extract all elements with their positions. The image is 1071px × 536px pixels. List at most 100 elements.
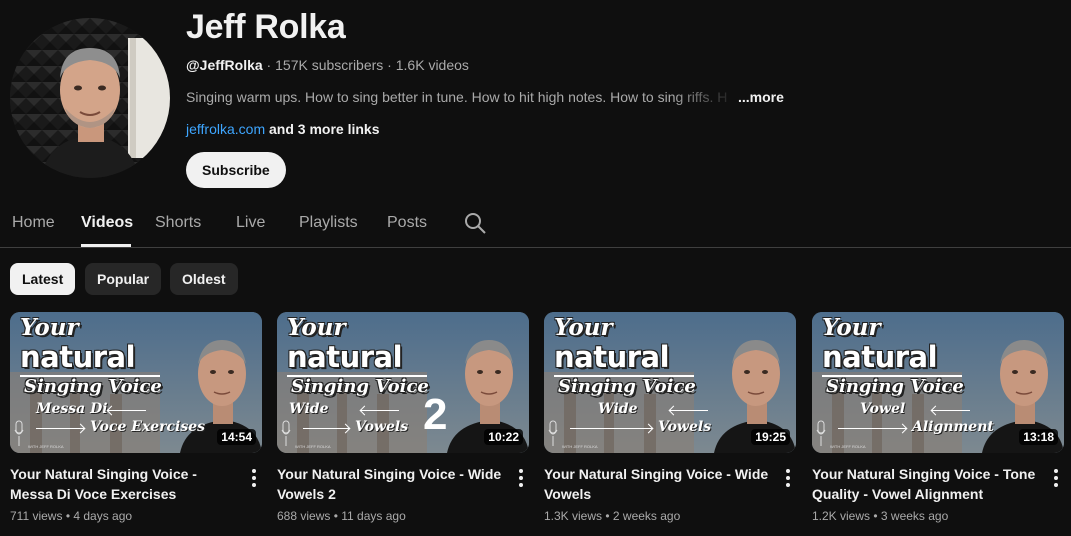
video-thumbnail[interactable]: Your natural Singing Voice Messa Di Voce…: [10, 312, 262, 453]
meta-separator: ·: [262, 57, 276, 73]
thumb-subtitle-line2: Vowels: [658, 419, 712, 435]
meta-separator: ·: [383, 57, 396, 73]
video-age: 2 weeks ago: [612, 509, 681, 523]
thumb-subtitle-line1: Wide: [289, 401, 329, 417]
chip-popular[interactable]: Popular: [85, 263, 162, 295]
microphone-icon: [281, 420, 291, 446]
thumb-arrow-right: [838, 428, 906, 429]
tab-shorts[interactable]: Shorts: [155, 214, 201, 232]
thumb-brand: WITH JEFF ROLKA: [562, 444, 598, 449]
thumb-arrow-left: [670, 410, 708, 411]
video-duration: 13:18: [1019, 429, 1058, 445]
video-thumbnail[interactable]: Your natural Singing Voice Wide Vowels 2…: [277, 312, 529, 453]
more-actions-icon[interactable]: [511, 468, 531, 488]
thumb-arrow-left: [108, 410, 146, 411]
channel-meta: @JeffRolka · 157K subscribers · 1.6K vid…: [186, 57, 469, 73]
thumb-title-your: Your: [287, 314, 346, 341]
video-age: 4 days ago: [73, 509, 133, 523]
video-card[interactable]: Your natural Singing Voice Wide Vowels W…: [544, 312, 796, 523]
tab-posts[interactable]: Posts: [387, 214, 427, 232]
video-title[interactable]: Your Natural Singing Voice - Wide Vowels…: [277, 464, 507, 504]
thumb-arrow-right: [303, 428, 349, 429]
video-card[interactable]: Your natural Singing Voice Messa Di Voce…: [10, 312, 262, 523]
tab-playlists[interactable]: Playlists: [299, 214, 358, 232]
video-duration: 19:25: [751, 429, 790, 445]
video-meta: 688 views • 11 days ago: [277, 509, 529, 523]
meta-separator: •: [330, 509, 342, 523]
thumb-arrow-right: [570, 428, 652, 429]
channel-handle: @JeffRolka: [186, 57, 263, 73]
thumb-subtitle-line2: Alignment: [912, 419, 994, 435]
subscribe-button[interactable]: Subscribe: [186, 152, 286, 188]
thumb-title-natural: natural: [554, 340, 670, 374]
thumb-title-your: Your: [554, 314, 613, 341]
thumb-title-singing: Singing Voice: [291, 376, 429, 397]
video-age: 11 days ago: [341, 509, 406, 523]
thumb-title-singing: Singing Voice: [24, 376, 162, 397]
more-actions-icon[interactable]: [778, 468, 798, 488]
tab-live[interactable]: Live: [236, 214, 265, 232]
channel-tabs: Home Videos Shorts Live Playlists Posts: [0, 198, 1071, 248]
video-duration: 14:54: [217, 429, 256, 445]
active-tab-indicator: [81, 244, 131, 247]
more-actions-icon[interactable]: [1046, 468, 1066, 488]
more-links-button[interactable]: and 3 more links: [269, 121, 379, 137]
video-title[interactable]: Your Natural Singing Voice - Tone Qualit…: [812, 464, 1042, 504]
description-text: Singing warm ups. How to sing better in …: [186, 89, 728, 105]
meta-separator: •: [62, 509, 74, 523]
thumb-title-your: Your: [20, 314, 79, 341]
thumb-subtitle-line1: Messa Di: [36, 401, 108, 417]
thumb-arrow-left: [361, 410, 399, 411]
channel-name: Jeff Rolka: [186, 8, 346, 46]
subscriber-count: 157K subscribers: [275, 57, 384, 73]
thumb-subtitle-line2: Vowels: [355, 419, 409, 435]
thumb-part-number: 2: [423, 390, 448, 439]
thumb-brand: WITH JEFF ROLKA: [295, 444, 331, 449]
thumb-title-your: Your: [822, 314, 881, 341]
thumb-brand: WITH JEFF ROLKA: [28, 444, 64, 449]
microphone-icon: [548, 420, 558, 446]
tab-videos[interactable]: Videos: [81, 214, 133, 232]
meta-separator: •: [602, 509, 613, 523]
video-title[interactable]: Your Natural Singing Voice - Messa Di Vo…: [10, 464, 240, 504]
thumb-subtitle-line2: Voce Exercises: [90, 419, 206, 435]
video-card[interactable]: Your natural Singing Voice Wide Vowels 2…: [277, 312, 529, 523]
thumb-title-natural: natural: [20, 340, 136, 374]
chip-latest[interactable]: Latest: [10, 263, 76, 295]
thumb-arrow-left: [932, 410, 970, 411]
video-views: 711 views: [10, 509, 63, 523]
channel-search-icon[interactable]: [463, 211, 487, 235]
video-meta: 1.2K views • 3 weeks ago: [812, 509, 1064, 523]
video-views: 1.2K views: [812, 509, 871, 523]
website-link[interactable]: jeffrolka.com: [186, 121, 265, 137]
thumb-subtitle-line1: Vowel: [860, 401, 906, 417]
video-views: 688 views: [277, 509, 331, 523]
chip-oldest[interactable]: Oldest: [170, 263, 238, 295]
thumb-arrow-right: [36, 428, 84, 429]
video-age: 3 weeks ago: [880, 509, 949, 523]
video-thumbnail[interactable]: Your natural Singing Voice Vowel Alignme…: [812, 312, 1064, 453]
video-views: 1.3K views: [544, 509, 603, 523]
channel-links: jeffrolka.com and 3 more links: [186, 121, 379, 137]
video-meta: 1.3K views • 2 weeks ago: [544, 509, 796, 523]
thumb-brand: WITH JEFF ROLKA: [830, 444, 866, 449]
video-duration: 10:22: [484, 429, 523, 445]
microphone-icon: [14, 420, 24, 446]
video-title[interactable]: Your Natural Singing Voice - Wide Vowels: [544, 464, 774, 504]
video-count: 1.6K videos: [395, 57, 469, 73]
meta-separator: •: [870, 509, 881, 523]
channel-avatar[interactable]: [10, 18, 170, 178]
thumb-title-singing: Singing Voice: [826, 376, 964, 397]
channel-description[interactable]: Singing warm ups. How to sing better in …: [186, 89, 786, 105]
video-thumbnail[interactable]: Your natural Singing Voice Wide Vowels W…: [544, 312, 796, 453]
thumb-subtitle-line1: Wide: [598, 401, 638, 417]
description-more-button[interactable]: ...more: [738, 89, 784, 105]
tab-home[interactable]: Home: [12, 214, 55, 232]
video-card[interactable]: Your natural Singing Voice Vowel Alignme…: [812, 312, 1064, 523]
more-actions-icon[interactable]: [244, 468, 264, 488]
thumb-title-natural: natural: [287, 340, 403, 374]
microphone-icon: [816, 420, 826, 446]
video-meta: 711 views • 4 days ago: [10, 509, 262, 523]
thumb-title-natural: natural: [822, 340, 938, 374]
thumb-title-singing: Singing Voice: [558, 376, 696, 397]
